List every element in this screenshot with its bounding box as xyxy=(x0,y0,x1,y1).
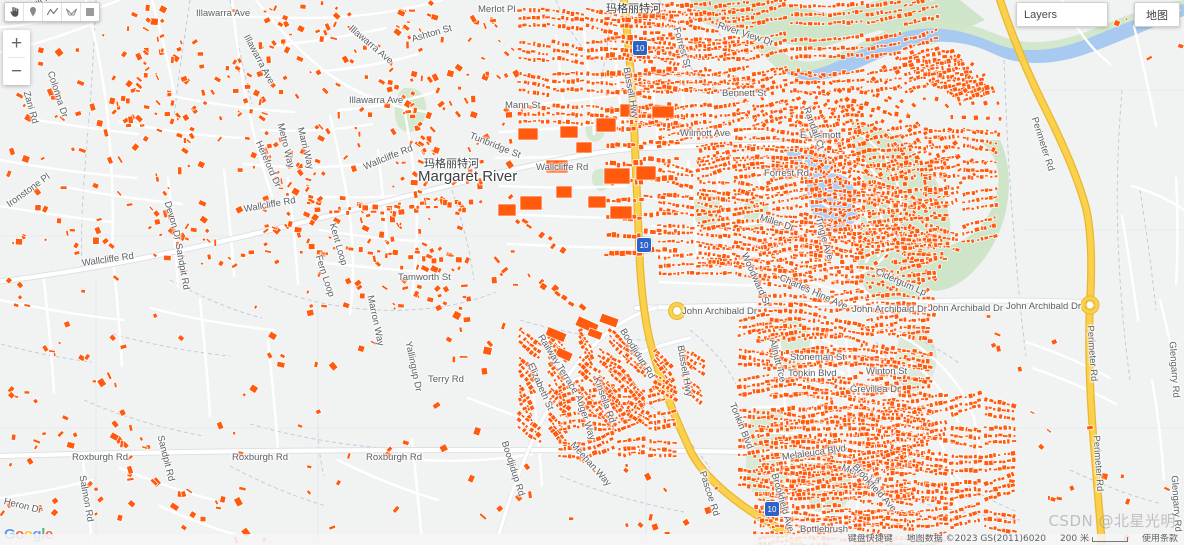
attribution-bar: 键盘快捷键 地图数据 ©2023 GS(2011)6020 200 米 使用条款 xyxy=(0,534,1184,545)
layers-select-value: Layers xyxy=(1024,8,1058,21)
building-footprints-layer xyxy=(0,0,1184,545)
scale-bar-graphic xyxy=(1091,537,1128,542)
scale-bar: 200 米 xyxy=(1060,534,1128,545)
keyboard-shortcuts-link[interactable]: 键盘快捷键 xyxy=(848,534,893,545)
pan-hand-icon[interactable] xyxy=(5,3,24,21)
highway-shield: 10 xyxy=(764,501,780,517)
highway-shield: 10 xyxy=(632,40,648,56)
zoom-out-button[interactable]: − xyxy=(3,58,30,85)
building-polygons xyxy=(0,0,1184,545)
layers-select[interactable]: Layers xyxy=(1016,2,1108,27)
terms-link[interactable]: 使用条款 xyxy=(1142,534,1178,545)
map-type-button[interactable]: 地图 xyxy=(1134,2,1180,27)
polyline-icon[interactable] xyxy=(43,3,62,21)
draw-toolbar[interactable] xyxy=(4,2,100,22)
marker-pin-icon[interactable] xyxy=(24,3,43,21)
polygon-icon[interactable] xyxy=(62,3,81,21)
map-data-text: 地图数据 ©2023 GS(2011)6020 xyxy=(906,534,1046,544)
zoom-control[interactable]: + − xyxy=(3,30,30,85)
map-type-label: 地图 xyxy=(1146,8,1168,22)
zoom-in-button[interactable]: + xyxy=(3,30,30,57)
watermark: CSDN @北星光明 xyxy=(1048,512,1176,530)
map-canvas[interactable]: Kevill RdIllawarra AveIllawarra AveIllaw… xyxy=(0,0,1184,545)
rectangle-icon[interactable] xyxy=(81,3,99,21)
scale-label: 200 米 xyxy=(1059,534,1089,544)
highway-shield: 10 xyxy=(636,237,652,253)
